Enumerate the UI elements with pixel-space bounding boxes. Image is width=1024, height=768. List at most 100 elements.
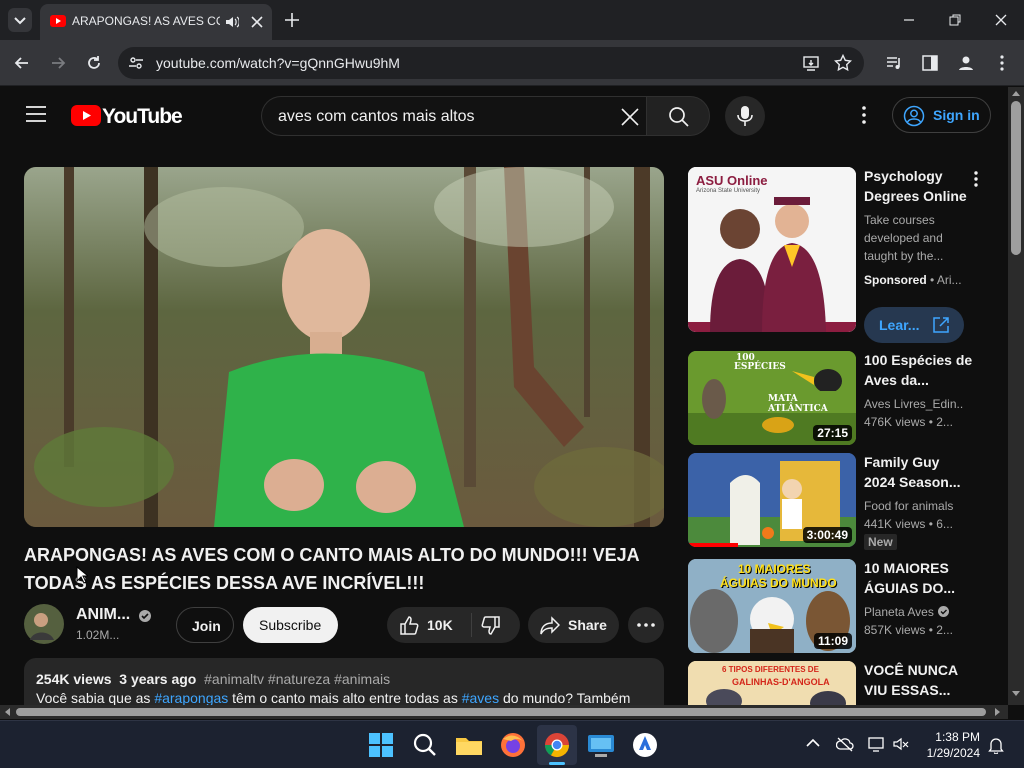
recommendation-channel[interactable]: Aves Livres_Edin... xyxy=(864,395,964,413)
recommendation-thumbnail[interactable]: 10 MAIORES ÁGUIAS DO MUNDO 11:09 xyxy=(688,559,856,653)
share-button[interactable]: Share xyxy=(528,607,619,643)
hashtag-link-aves[interactable]: #aves xyxy=(462,690,499,706)
like-button[interactable]: 10K xyxy=(387,607,471,643)
tab-close-icon[interactable] xyxy=(250,15,264,29)
windows-start-icon[interactable] xyxy=(365,729,397,761)
back-arrow-icon[interactable] xyxy=(12,53,32,73)
youtube-wordmark[interactable]: YouTube xyxy=(102,105,183,129)
video-frame-image xyxy=(24,167,664,527)
recommendation-title[interactable]: 10 MAIORES ÁGUIAS DO... xyxy=(864,558,974,598)
youtube-logo-icon[interactable] xyxy=(71,105,101,126)
network-icon[interactable] xyxy=(868,736,886,752)
video-duration: 11:09 xyxy=(813,633,852,649)
chevron-up-icon[interactable] xyxy=(806,738,820,748)
recommendation-thumbnail[interactable]: 100 ESPÉCIES MATA ATLÂNTICA 27:15 xyxy=(688,351,856,445)
horizontal-scrollbar[interactable] xyxy=(0,705,1008,719)
ad-sponsored-row: Sponsored • Ari... xyxy=(864,273,962,287)
scroll-right-icon[interactable] xyxy=(995,708,1001,716)
cloud-offline-icon[interactable] xyxy=(836,736,854,752)
speaker-icon[interactable] xyxy=(225,15,239,29)
mouse-cursor-icon xyxy=(76,566,88,584)
browser-tab-strip: ARAPONGAS! AS AVES COM xyxy=(0,0,1024,40)
notification-bell-icon[interactable] xyxy=(988,736,1004,754)
microphone-icon xyxy=(737,106,753,126)
sign-in-label: Sign in xyxy=(933,107,980,123)
remote-desktop-icon[interactable] xyxy=(585,729,617,761)
clock-time[interactable]: 1:38 PM xyxy=(935,730,980,744)
tab-search-button[interactable] xyxy=(8,8,32,32)
file-explorer-icon[interactable] xyxy=(453,729,485,761)
video-title: ARAPONGAS! AS AVES COM O CANTO MAIS ALTO… xyxy=(24,545,640,593)
clear-search-icon[interactable] xyxy=(620,107,640,127)
bookmark-star-icon[interactable] xyxy=(834,54,852,72)
scroll-up-icon[interactable] xyxy=(1012,90,1020,96)
learn-more-button[interactable]: Lear... xyxy=(864,307,964,343)
learn-more-label: Lear... xyxy=(879,317,920,333)
watch-progress-bar xyxy=(688,543,738,547)
subscriber-count: 1.02M... xyxy=(76,628,120,642)
search-icon[interactable] xyxy=(409,729,441,761)
ad-thumbnail[interactable]: ASU Online Arizona State University xyxy=(688,167,856,332)
app-icon[interactable] xyxy=(629,729,661,761)
ad-description: Take courses developed and taught by the… xyxy=(864,213,944,263)
site-info-icon[interactable] xyxy=(128,55,144,71)
scroll-down-icon[interactable] xyxy=(1012,691,1020,697)
browser-tab-active[interactable]: ARAPONGAS! AS AVES COM xyxy=(40,4,272,40)
hamburger-menu-icon[interactable] xyxy=(26,105,46,123)
chrome-taskbar-button[interactable] xyxy=(537,725,577,765)
more-horizontal-icon xyxy=(637,623,655,627)
hashtags[interactable]: #animaltv #natureza #animais xyxy=(204,671,390,687)
recommendation-thumbnail[interactable]: 3:00:49 xyxy=(688,453,856,547)
description-stats: 254K views 3 years ago #animaltv #nature… xyxy=(36,671,390,687)
subscribe-button[interactable]: Subscribe xyxy=(243,607,338,643)
profile-icon[interactable] xyxy=(956,53,976,73)
search-query-text: aves com cantos mais altos xyxy=(278,108,475,125)
media-control-icon[interactable] xyxy=(885,54,903,72)
voice-search-button[interactable] xyxy=(725,96,765,136)
thumb-text-tipos: 6 TIPOS DIFERENTES DE xyxy=(722,665,819,674)
recommendation-channel[interactable]: Planeta Aves xyxy=(864,605,934,619)
search-input[interactable]: aves com cantos mais altos xyxy=(261,96,647,136)
install-app-icon[interactable] xyxy=(802,54,820,72)
channel-avatar[interactable] xyxy=(24,604,64,644)
channel-name[interactable]: ANIM... xyxy=(76,606,130,624)
active-app-indicator xyxy=(549,762,565,765)
vertical-scrollbar[interactable] xyxy=(1008,87,1024,705)
ad-brand-sub: Arizona State University xyxy=(696,188,761,194)
upload-age: 3 years ago xyxy=(119,671,197,687)
recommendation-title[interactable]: VOCÊ NUNCA VIU ESSAS... xyxy=(864,660,974,700)
settings-menu-icon[interactable] xyxy=(855,105,873,125)
recommendation-channel[interactable]: Food for animals xyxy=(864,497,964,515)
firefox-icon[interactable] xyxy=(497,729,529,761)
restore-icon[interactable] xyxy=(945,10,965,30)
horizontal-scroll-thumb[interactable] xyxy=(16,708,986,716)
vertical-scroll-thumb[interactable] xyxy=(1011,101,1021,255)
minimize-icon[interactable] xyxy=(899,10,919,30)
new-tab-icon[interactable] xyxy=(282,10,302,30)
thumb-text-aguias: ÁGUIAS DO MUNDO xyxy=(720,576,837,590)
hashtag-link-arapongas[interactable]: #arapongas xyxy=(154,690,228,706)
scroll-left-icon[interactable] xyxy=(4,708,10,716)
search-button[interactable] xyxy=(646,96,710,136)
thumbs-down-icon[interactable] xyxy=(481,616,501,636)
clock-date[interactable]: 1/29/2024 xyxy=(927,746,980,760)
more-actions-button[interactable] xyxy=(628,607,664,643)
side-panel-icon[interactable] xyxy=(921,54,939,72)
sign-in-button[interactable]: Sign in xyxy=(892,97,991,133)
ad-title[interactable]: Psychology Degrees Online xyxy=(864,166,974,206)
join-button[interactable]: Join xyxy=(176,607,234,643)
ad-brand: ASU Online xyxy=(696,173,768,188)
volume-muted-icon[interactable] xyxy=(892,736,910,752)
video-player[interactable] xyxy=(24,167,664,527)
window-close-icon[interactable] xyxy=(991,10,1011,30)
address-bar[interactable]: youtube.com/watch?v=gQnnGHwu9hM xyxy=(118,47,864,79)
forward-arrow-icon[interactable] xyxy=(48,53,68,73)
reload-icon[interactable] xyxy=(84,53,104,73)
share-icon xyxy=(540,616,560,635)
recommendation-thumbnail[interactable]: 6 TIPOS DIFERENTES DE GALINHAS-D'ANGOLA xyxy=(688,661,856,705)
recommendation-meta: 441K views • 6... xyxy=(864,517,953,531)
ad-menu-icon[interactable] xyxy=(968,170,984,188)
recommendation-title[interactable]: 100 Espécies de Aves da... xyxy=(864,350,974,390)
browser-menu-icon[interactable] xyxy=(994,53,1010,73)
recommendation-title[interactable]: Family Guy 2024 Season... xyxy=(864,452,974,492)
